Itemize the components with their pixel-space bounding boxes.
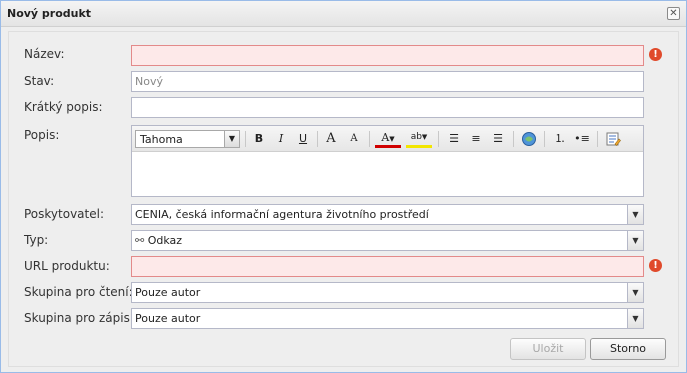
provider-value: CENIA, česká informační agentura životní… [135, 208, 429, 221]
source-edit-icon[interactable] [603, 130, 623, 148]
highlight-label: ab [410, 132, 422, 142]
toolbar-separator [597, 131, 598, 147]
toolbar-separator [438, 131, 439, 147]
type-select[interactable]: ⚯ Odkaz ▼ [131, 230, 644, 251]
toolbar-separator [317, 131, 318, 147]
chevron-down-icon[interactable]: ▼ [627, 231, 643, 250]
toolbar-separator [245, 131, 246, 147]
shrink-font-button[interactable]: A [344, 130, 364, 148]
provider-select[interactable]: CENIA, česká informační agentura životní… [131, 204, 644, 225]
write-group-select[interactable]: Pouze autor ▼ [131, 308, 644, 329]
dialog-title: Nový produkt [7, 7, 92, 20]
status-label: Stav: [24, 74, 55, 88]
name-label: Název: [24, 47, 65, 61]
write-group-value: Pouze autor [135, 312, 201, 325]
short-desc-field[interactable] [131, 97, 644, 118]
toolbar-separator [369, 131, 370, 147]
link-icon: ⚯ [135, 234, 145, 247]
desc-label: Popis: [24, 128, 60, 142]
highlight-color-button[interactable]: ab▼ [406, 130, 432, 148]
font-select-value: Tahoma [140, 133, 183, 146]
url-label: URL produktu: [24, 259, 110, 273]
bullet-list-icon[interactable]: •≡ [572, 130, 592, 148]
font-color-button[interactable]: A▼ [375, 130, 401, 148]
read-group-select[interactable]: Pouze autor ▼ [131, 282, 644, 303]
read-group-value: Pouze autor [135, 286, 201, 299]
chevron-down-icon[interactable]: ▼ [627, 309, 643, 328]
dialog-titlebar[interactable]: Nový produkt ✕ [1, 1, 686, 27]
read-group-label: Skupina pro čtení: [24, 285, 133, 299]
close-icon[interactable]: ✕ [667, 7, 680, 20]
editor-toolbar: Tahoma ▼ B I U A A A▼ ab▼ ☰ ≡ ☰ ⒈ •≡ [132, 126, 643, 152]
insert-link-icon[interactable] [519, 130, 539, 148]
bold-button[interactable]: B [249, 130, 269, 148]
italic-button[interactable]: I [271, 130, 291, 148]
save-button[interactable]: Uložit [510, 338, 586, 360]
font-select[interactable]: Tahoma ▼ [135, 130, 240, 148]
toolbar-separator [544, 131, 545, 147]
name-error-icon: ! [649, 48, 662, 61]
form-panel: Název: ! Stav: Nový Krátký popis: Popis:… [8, 31, 679, 367]
underline-button[interactable]: U [293, 130, 313, 148]
chevron-down-icon: ▼ [224, 131, 239, 147]
ordered-list-icon[interactable]: ⒈ [550, 130, 570, 148]
chevron-down-icon[interactable]: ▼ [627, 283, 643, 302]
name-field[interactable] [131, 45, 644, 66]
desc-editor: Tahoma ▼ B I U A A A▼ ab▼ ☰ ≡ ☰ ⒈ •≡ [131, 125, 644, 197]
dialog-window: Nový produkt ✕ Název: ! Stav: Nový Krátk… [0, 0, 687, 373]
url-error-icon: ! [649, 259, 662, 272]
align-right-icon[interactable]: ☰ [488, 130, 508, 148]
type-label: Typ: [24, 233, 49, 247]
chevron-down-icon[interactable]: ▼ [627, 205, 643, 224]
cancel-button[interactable]: Storno [590, 338, 666, 360]
align-left-icon[interactable]: ☰ [444, 130, 464, 148]
short-desc-label: Krátký popis: [24, 100, 103, 114]
toolbar-separator [513, 131, 514, 147]
grow-font-button[interactable]: A [321, 130, 341, 148]
type-value: Odkaz [147, 234, 183, 247]
align-center-icon[interactable]: ≡ [466, 130, 486, 148]
provider-label: Poskytovatel: [24, 207, 104, 221]
status-field[interactable]: Nový [131, 71, 644, 92]
status-placeholder: Nový [135, 75, 163, 88]
desc-edit-area[interactable] [132, 153, 643, 196]
write-group-label: Skupina pro zápis: [24, 311, 134, 325]
url-field[interactable] [131, 256, 644, 277]
